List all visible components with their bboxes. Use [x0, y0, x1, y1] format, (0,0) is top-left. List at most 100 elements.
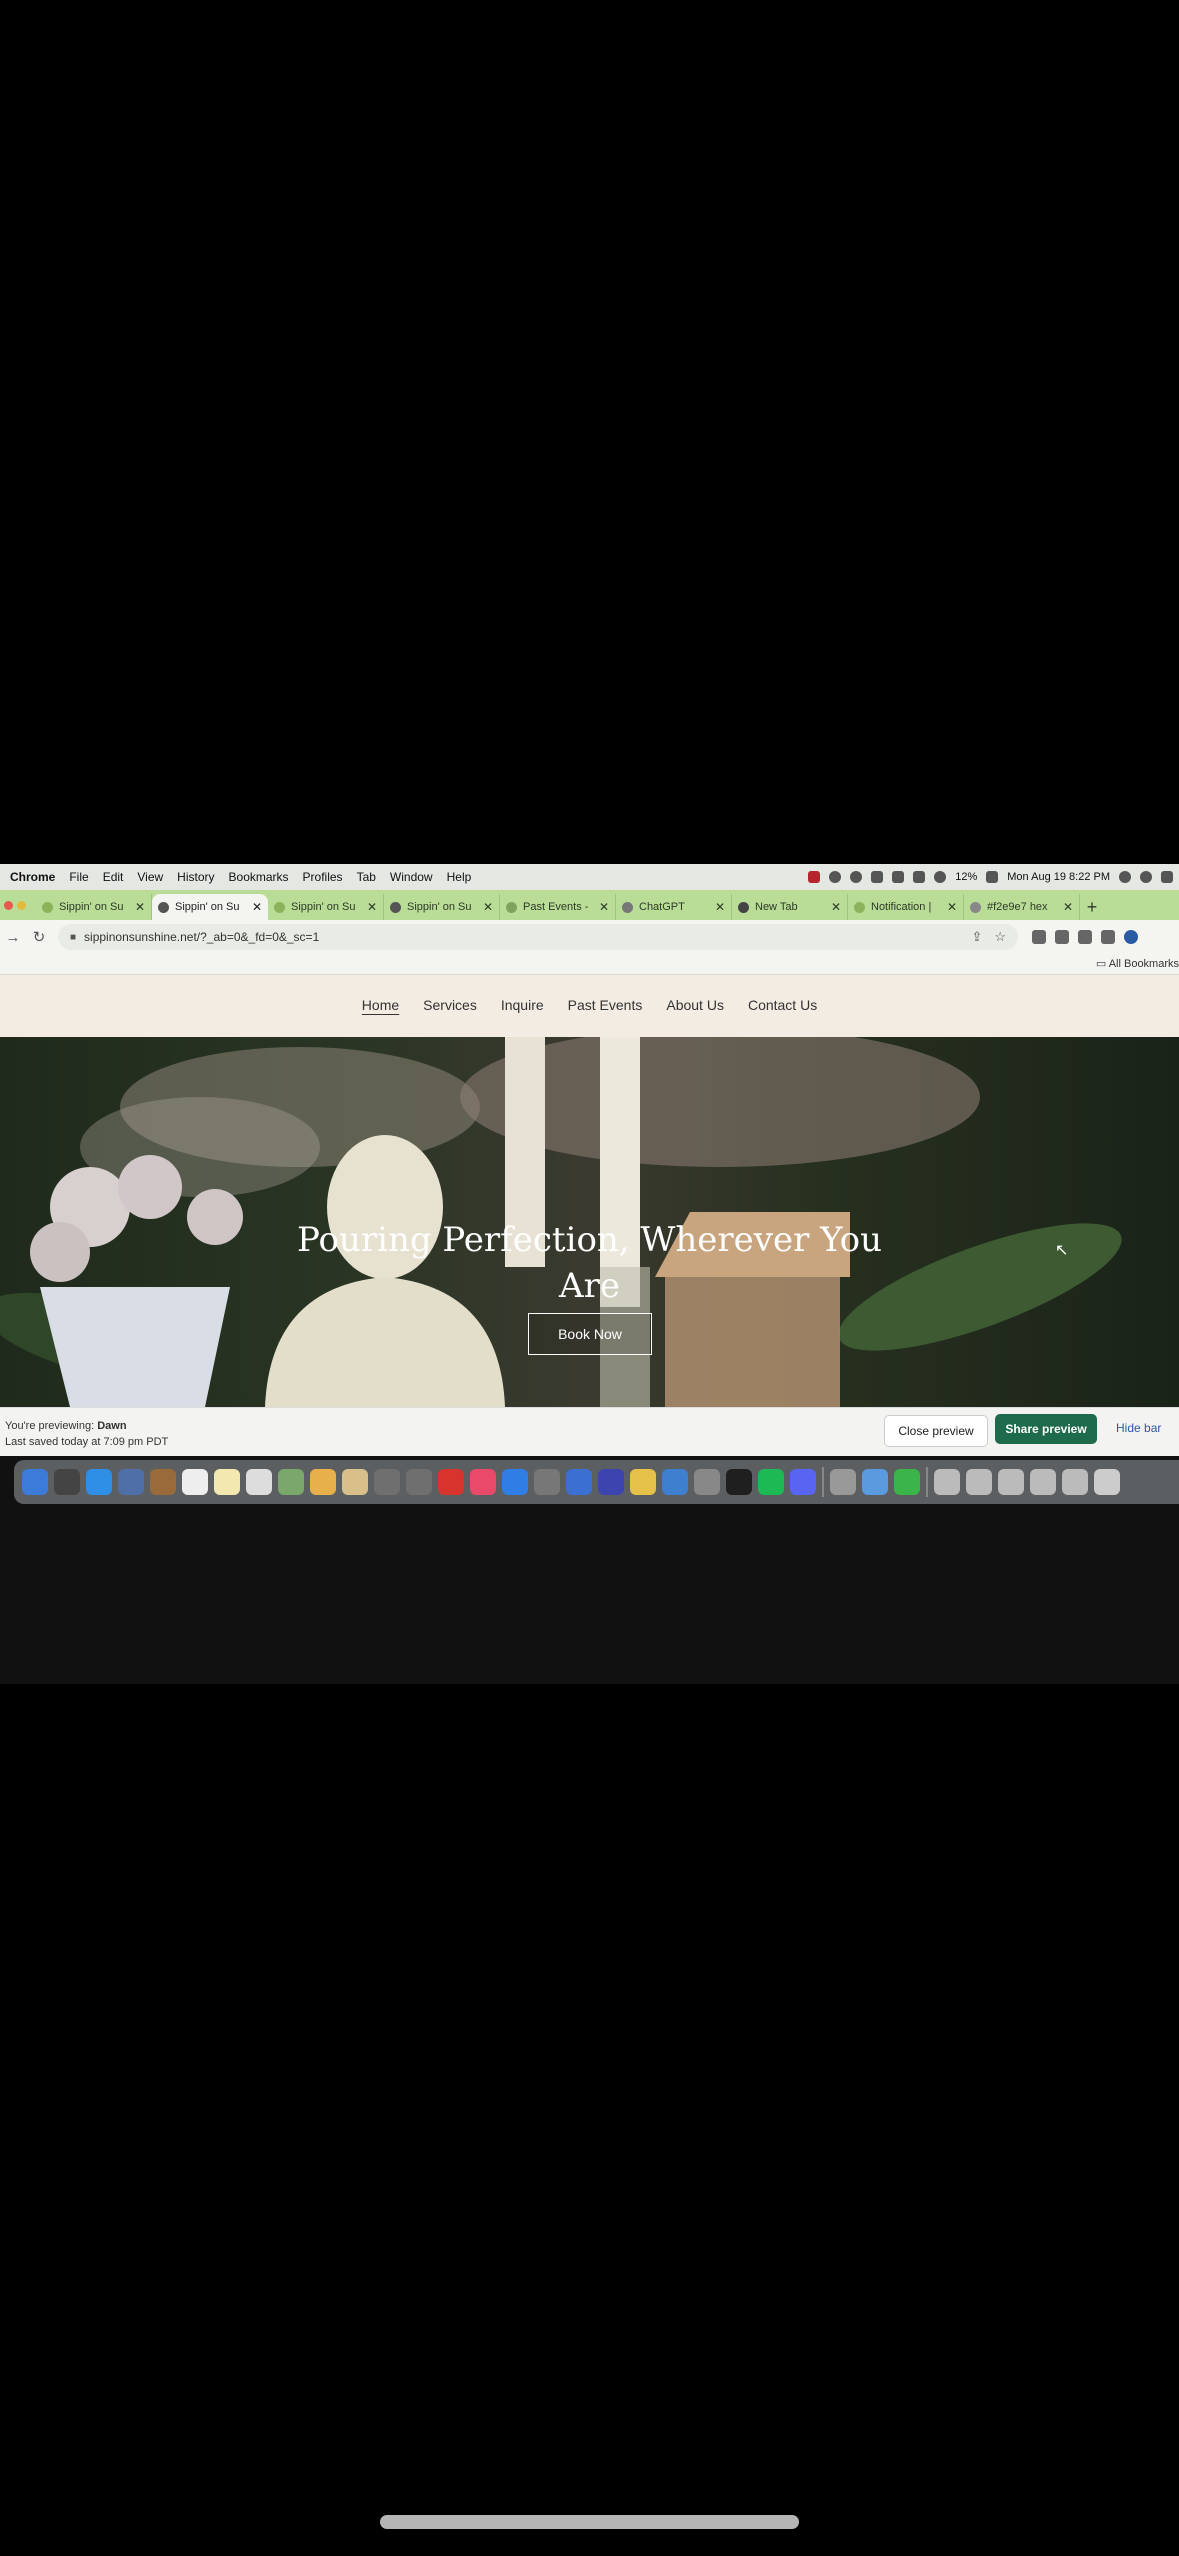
messages-icon[interactable]	[862, 1469, 888, 1495]
menu-history[interactable]: History	[177, 870, 214, 884]
unknown-app-icon[interactable]	[374, 1469, 400, 1495]
document-stack-icon[interactable]	[1030, 1469, 1056, 1495]
menu-help[interactable]: Help	[447, 870, 472, 884]
nav-past-events[interactable]: Past Events	[568, 997, 643, 1015]
document-stack-icon[interactable]	[966, 1469, 992, 1495]
share-preview-button[interactable]: Share preview	[995, 1414, 1097, 1444]
lock-icon[interactable]: ■	[70, 932, 76, 943]
tab-7[interactable]: New Tab ✕	[732, 894, 848, 920]
document-stack-icon[interactable]	[998, 1469, 1024, 1495]
document-stack-icon[interactable]	[1062, 1469, 1088, 1495]
status-app-icon[interactable]	[808, 871, 821, 883]
nav-services[interactable]: Services	[423, 997, 477, 1015]
spotlight-search-icon[interactable]	[1119, 871, 1131, 883]
downloads-stack-icon[interactable]	[830, 1469, 856, 1495]
imovie-icon[interactable]	[598, 1469, 624, 1495]
forward-icon[interactable]: →	[0, 929, 26, 946]
close-tab-icon[interactable]: ✕	[1063, 900, 1073, 914]
tab-9[interactable]: #f2e9e7 hex ✕	[964, 894, 1080, 920]
new-tab-button[interactable]: +	[1080, 894, 1104, 920]
close-tab-icon[interactable]: ✕	[367, 900, 377, 914]
document-stack-icon[interactable]	[934, 1469, 960, 1495]
home-indicator[interactable]	[380, 2515, 799, 2529]
close-preview-button[interactable]: Close preview	[884, 1415, 988, 1447]
battery-icon[interactable]	[986, 871, 999, 883]
nav-contact-us[interactable]: Contact Us	[748, 997, 817, 1015]
close-window-icon[interactable]	[4, 900, 13, 910]
profile-avatar[interactable]	[1124, 930, 1138, 944]
url-text[interactable]: sippinonsunshine.net/?_ab=0&_fd=0&_sc=1	[84, 930, 959, 944]
tab-4[interactable]: Sippin' on Su ✕	[384, 894, 500, 920]
reminders-icon[interactable]	[246, 1469, 272, 1495]
app-icon[interactable]	[694, 1469, 720, 1495]
app-store-icon[interactable]	[502, 1469, 528, 1495]
screen-mirroring-icon[interactable]	[871, 871, 884, 883]
photos-icon[interactable]	[310, 1469, 336, 1495]
unknown-app-icon[interactable]	[406, 1469, 432, 1495]
close-tab-icon[interactable]: ✕	[135, 900, 145, 914]
tab-2[interactable]: Sippin' on Su ✕	[152, 894, 268, 920]
tab-6[interactable]: ChatGPT ✕	[616, 894, 732, 920]
close-tab-icon[interactable]: ✕	[831, 900, 841, 914]
control-center-icon[interactable]	[1161, 871, 1173, 883]
nav-home[interactable]: Home	[362, 997, 399, 1015]
puzzle-icon[interactable]	[1078, 930, 1092, 944]
clock[interactable]: Mon Aug 19 8:22 PM	[1007, 871, 1110, 883]
chrome-icon[interactable]	[630, 1469, 656, 1495]
extension-icon[interactable]	[1032, 930, 1046, 944]
nav-inquire[interactable]: Inquire	[501, 997, 544, 1015]
menu-window[interactable]: Window	[390, 870, 433, 884]
address-bar[interactable]: ■ sippinonsunshine.net/?_ab=0&_fd=0&_sc=…	[58, 924, 1018, 950]
tab-1[interactable]: Sippin' on Su ✕	[36, 894, 152, 920]
app-icon[interactable]	[566, 1469, 592, 1495]
close-tab-icon[interactable]: ✕	[599, 900, 609, 914]
display-icon[interactable]	[913, 871, 926, 883]
pycharm-icon[interactable]	[726, 1469, 752, 1495]
safari-icon[interactable]	[86, 1469, 112, 1495]
book-now-button[interactable]: Book Now	[528, 1313, 652, 1355]
eye-icon[interactable]	[829, 871, 842, 883]
close-tab-icon[interactable]: ✕	[483, 900, 493, 914]
menu-chrome[interactable]: Chrome	[10, 870, 55, 884]
finder-icon[interactable]	[22, 1469, 48, 1495]
hide-bar-link[interactable]: Hide bar	[1116, 1421, 1161, 1435]
menu-file[interactable]: File	[69, 870, 88, 884]
menu-view[interactable]: View	[137, 870, 163, 884]
facetime-icon[interactable]	[894, 1469, 920, 1495]
notes-icon[interactable]	[214, 1469, 240, 1495]
tab-5[interactable]: Past Events - ✕	[500, 894, 616, 920]
launchpad-icon[interactable]	[54, 1469, 80, 1495]
wifi-icon[interactable]	[934, 871, 947, 883]
tab-8[interactable]: Notification | ✕	[848, 894, 964, 920]
close-tab-icon[interactable]: ✕	[252, 900, 262, 914]
menu-tab[interactable]: Tab	[357, 870, 376, 884]
text-edit-icon[interactable]	[342, 1469, 368, 1495]
all-bookmarks-button[interactable]: ▭ All Bookmarks	[1096, 957, 1179, 970]
menu-edit[interactable]: Edit	[103, 870, 124, 884]
menu-bookmarks[interactable]: Bookmarks	[229, 870, 289, 884]
news-icon[interactable]	[438, 1469, 464, 1495]
menu-profiles[interactable]: Profiles	[303, 870, 343, 884]
preview-app-icon[interactable]	[118, 1469, 144, 1495]
user-avatar-icon[interactable]	[1140, 871, 1152, 883]
close-tab-icon[interactable]: ✕	[947, 900, 957, 914]
nav-about-us[interactable]: About Us	[666, 997, 724, 1015]
close-tab-icon[interactable]: ✕	[715, 900, 725, 914]
app-icon[interactable]	[662, 1469, 688, 1495]
music-icon[interactable]	[470, 1469, 496, 1495]
bluetooth-icon[interactable]	[892, 871, 905, 883]
notebook-app-icon[interactable]	[150, 1469, 176, 1495]
spotify-icon[interactable]	[758, 1469, 784, 1495]
minimize-window-icon[interactable]	[17, 900, 26, 910]
bookmark-star-icon[interactable]: ☆	[994, 929, 1006, 945]
reload-icon[interactable]: ↻	[26, 928, 52, 946]
status-icon[interactable]	[850, 871, 863, 883]
discord-icon[interactable]	[790, 1469, 816, 1495]
maps-icon[interactable]	[278, 1469, 304, 1495]
share-icon[interactable]: ⇪	[971, 929, 982, 945]
side-panel-icon[interactable]	[1101, 930, 1115, 944]
calendar-icon[interactable]	[182, 1469, 208, 1495]
trash-icon[interactable]	[1094, 1469, 1120, 1495]
tab-3[interactable]: Sippin' on Su ✕	[268, 894, 384, 920]
system-settings-icon[interactable]	[534, 1469, 560, 1495]
